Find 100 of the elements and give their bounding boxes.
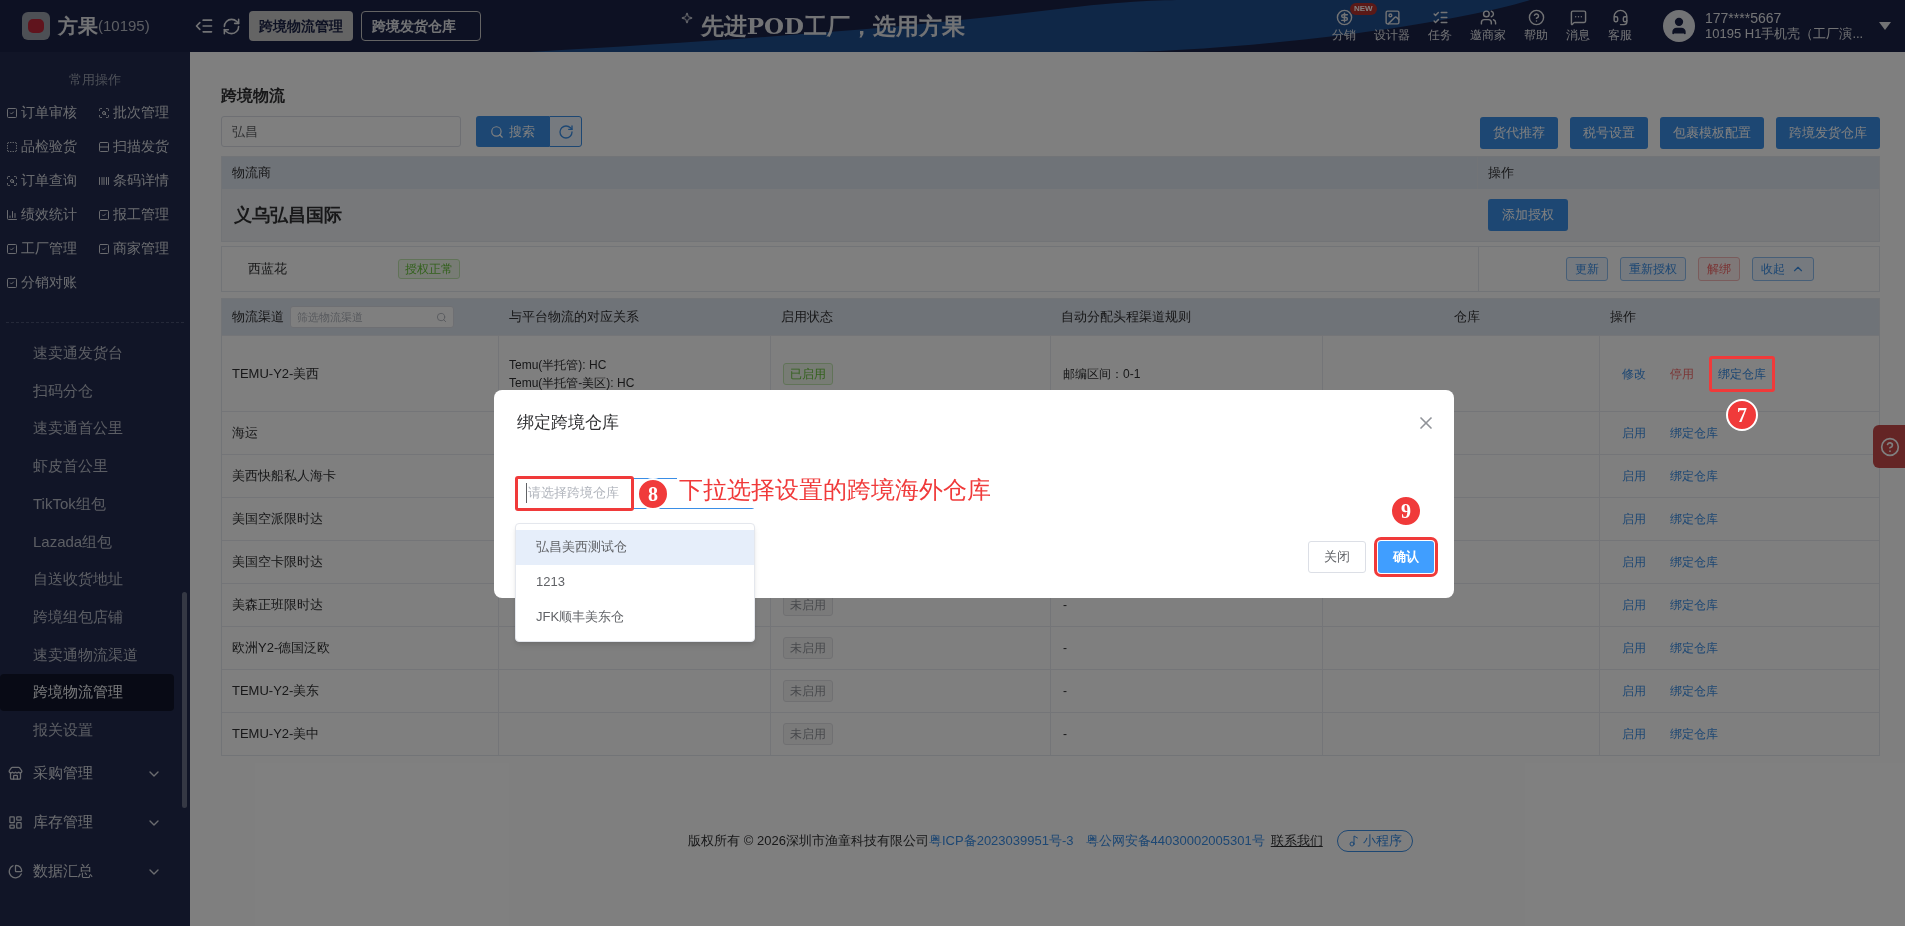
action-button[interactable]: 货代推荐 — [1480, 117, 1558, 149]
store-icon — [8, 766, 23, 782]
sidebar-item[interactable]: 速卖通首公里 — [0, 409, 174, 448]
coin-icon — [1335, 8, 1353, 26]
sidebar-group[interactable]: 库存管理 — [0, 798, 190, 848]
shortcut-link[interactable]: 报工管理 — [98, 197, 190, 232]
action-button[interactable]: 跨境发货仓库 — [1776, 117, 1880, 149]
help-tab[interactable] — [1873, 425, 1905, 468]
rule-text: - — [1063, 726, 1067, 743]
action-link[interactable]: 启用 — [1622, 682, 1646, 700]
account-name: 西蓝花 — [248, 260, 288, 279]
shortcut-link[interactable]: 品检验货 — [6, 129, 98, 164]
sidebar-item[interactable]: 速卖通物流渠道 — [0, 636, 174, 674]
shortcut-link[interactable]: 分销对账 — [6, 265, 98, 300]
action-link[interactable]: 绑定仓库 — [1670, 424, 1718, 442]
shortcut-link[interactable]: 工厂管理 — [6, 231, 98, 266]
nav-button[interactable]: 任务 — [1428, 8, 1452, 44]
page-title: 跨境物流 — [221, 86, 286, 106]
action-button[interactable]: 包裹模板配置 — [1660, 117, 1764, 149]
search-button[interactable]: 搜索 — [476, 116, 549, 147]
action-link[interactable]: 启用 — [1622, 424, 1646, 442]
search-field[interactable]: 弘昌 — [221, 116, 461, 147]
nav-button[interactable]: 消息 — [1566, 8, 1590, 44]
shortcut-link[interactable]: 批次管理 — [98, 95, 190, 130]
channel-name: 欧洲Y2-德国泛欧 — [232, 639, 331, 658]
help-icon — [1880, 436, 1900, 457]
rule-text: - — [1063, 597, 1067, 614]
sidebar-item[interactable]: 扫码分仓 — [0, 372, 174, 410]
action-link[interactable]: 绑定仓库 — [1670, 639, 1718, 657]
police-record-link[interactable]: 粤公网安备44030002005301号 — [1085, 831, 1265, 851]
action-link[interactable]: 修改 — [1622, 364, 1646, 383]
user-account: 10195 H1手机壳（工厂演... — [1705, 26, 1865, 42]
status-tag: 授权正常 — [398, 259, 460, 279]
shortcut-link[interactable]: 绩效统计 — [6, 197, 98, 232]
action-link[interactable]: 绑定仓库 — [1718, 364, 1766, 383]
refresh-button[interactable] — [549, 116, 582, 147]
channel-name: TEMU-Y2-美西 — [232, 364, 320, 383]
close-button[interactable]: 关闭 — [1308, 541, 1366, 573]
shortcut-link[interactable]: 订单审核 — [6, 95, 98, 130]
channel-name: TEMU-Y2-美中 — [232, 725, 320, 744]
action-link[interactable]: 启用 — [1622, 467, 1646, 485]
action-link[interactable]: 启用 — [1622, 553, 1646, 571]
action-link[interactable]: 启用 — [1622, 510, 1646, 528]
sidebar-item[interactable]: TikTok组包 — [0, 485, 174, 523]
square-icon — [6, 140, 18, 153]
menu-icon[interactable] — [193, 16, 214, 36]
top-tab[interactable]: 跨境发货仓库 — [360, 11, 481, 41]
checkbox-icon — [6, 276, 18, 289]
slogan: 先进POD工厂，选用方果 — [700, 10, 965, 41]
dropdown-option[interactable]: 弘昌美西测试仓 — [516, 529, 754, 565]
account-button[interactable]: 重新授权 — [1620, 257, 1686, 281]
action-link[interactable]: 启用 — [1622, 725, 1646, 743]
rows-icon — [98, 140, 110, 153]
dropdown-caret-icon[interactable] — [1879, 22, 1891, 30]
action-link[interactable]: 绑定仓库 — [1670, 682, 1718, 700]
action-link[interactable]: 启用 — [1622, 639, 1646, 657]
sidebar-item[interactable]: 跨境组包店铺 — [0, 598, 174, 636]
action-link[interactable]: 绑定仓库 — [1670, 510, 1718, 528]
contact-link[interactable]: 联系我们 — [1270, 831, 1323, 851]
sidebar-item[interactable]: 速卖通发货台 — [0, 334, 174, 373]
add-authorization-button[interactable]: 添加授权 — [1488, 199, 1568, 231]
top-tab[interactable]: 跨境物流管理 — [248, 11, 353, 41]
icp-link[interactable]: 粤ICP备2023039951号-3 — [929, 831, 1074, 851]
user-phone: 177****5667 — [1705, 10, 1783, 26]
avatar[interactable] — [1663, 10, 1695, 42]
shortcut-link[interactable]: 订单查询 — [6, 163, 98, 198]
account-button[interactable]: 解绑 — [1698, 257, 1740, 281]
sidebar-group[interactable]: 数据汇总 — [0, 847, 190, 897]
action-link[interactable]: 绑定仓库 — [1670, 596, 1718, 614]
dropdown-option[interactable]: 1213 — [516, 564, 754, 600]
shortcut-link[interactable]: 条码详情 — [98, 163, 190, 198]
channel-name: 美国空派限时达 — [232, 510, 323, 529]
nav-button[interactable]: 客服 — [1608, 8, 1632, 44]
nav-button[interactable]: 帮助 — [1524, 8, 1548, 44]
refresh-icon[interactable] — [221, 16, 241, 36]
provider-name: 义乌弘昌国际 — [233, 203, 343, 227]
account-button[interactable]: 更新 — [1566, 257, 1608, 281]
shortcut-link[interactable]: 商家管理 — [98, 231, 190, 266]
action-link[interactable]: 绑定仓库 — [1670, 725, 1718, 743]
column-header: 物流渠道 — [232, 308, 284, 327]
action-link[interactable]: 停用 — [1670, 364, 1694, 383]
sidebar-item[interactable]: 虾皮首公里 — [0, 447, 174, 486]
action-link[interactable]: 绑定仓库 — [1670, 467, 1718, 485]
shortcut-link[interactable]: 扫描发货 — [98, 129, 190, 164]
sidebar-item[interactable]: Lazada组包 — [0, 522, 174, 561]
sidebar-item[interactable]: 自送收货地址 — [0, 560, 174, 599]
action-link[interactable]: 绑定仓库 — [1670, 553, 1718, 571]
nav-button[interactable]: 邀商家 — [1470, 8, 1506, 44]
column-header: 操作 — [1487, 164, 1515, 183]
logo-icon — [22, 12, 50, 40]
column-header: 启用状态 — [781, 308, 833, 327]
nav-button[interactable]: 设计器 — [1374, 8, 1410, 44]
action-link[interactable]: 启用 — [1622, 596, 1646, 614]
sidebar-item[interactable]: 报关设置 — [0, 711, 174, 750]
action-button[interactable]: 税号设置 — [1570, 117, 1648, 149]
checkbox-icon — [6, 242, 18, 255]
brand-count: (10195) — [98, 15, 150, 34]
sidebar-item[interactable]: 跨境物流管理 — [0, 673, 174, 712]
account-button[interactable]: 收起 — [1752, 257, 1814, 281]
dropdown-option[interactable]: JFK顺丰美东仓 — [516, 599, 754, 635]
